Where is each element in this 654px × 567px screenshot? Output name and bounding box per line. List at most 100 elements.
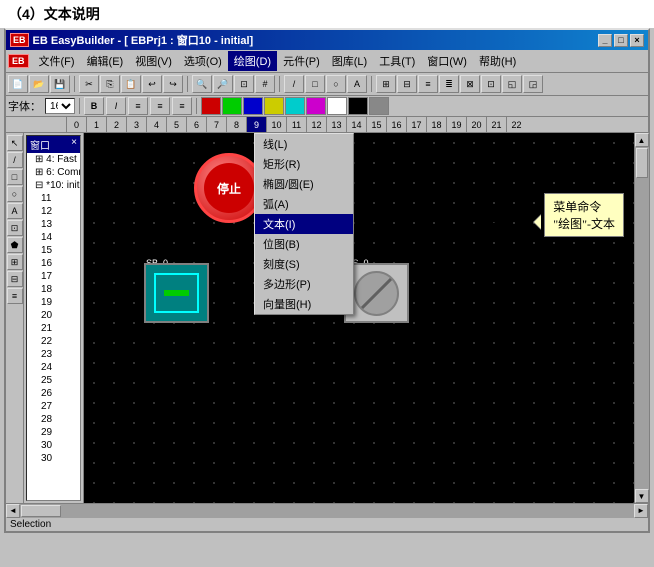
close-button[interactable]: ×	[630, 34, 644, 47]
toolbar-redo-btn[interactable]: ↪	[163, 75, 183, 93]
toolbar-save-btn[interactable]: 💾	[50, 75, 70, 93]
tool-misc3[interactable]: ≡	[7, 288, 23, 304]
menu-file[interactable]: 文件(F)	[33, 51, 81, 71]
toolbar-grid-btn[interactable]: #	[255, 75, 275, 93]
tool-poly[interactable]: ⬟	[7, 237, 23, 253]
tree-item-25[interactable]: 25	[27, 374, 80, 387]
tree-item-initial[interactable]: ⊟ *10: initial	[27, 179, 80, 192]
align-left-btn[interactable]: ≡	[128, 97, 148, 115]
menu-options[interactable]: 选项(O)	[178, 51, 228, 71]
tree-item-20[interactable]: 20	[27, 309, 80, 322]
tool-text[interactable]: A	[7, 203, 23, 219]
align-right-btn[interactable]: ≡	[172, 97, 192, 115]
scroll-thumb-h[interactable]	[21, 505, 61, 517]
scroll-right-btn[interactable]: ►	[634, 504, 648, 518]
font-italic-btn[interactable]: I	[106, 97, 126, 115]
tree-item-23[interactable]: 23	[27, 348, 80, 361]
toolbar-open-btn[interactable]: 📂	[29, 75, 49, 93]
toolbar-fit-btn[interactable]: ⊡	[234, 75, 254, 93]
tree-item-27[interactable]: 27	[27, 400, 80, 413]
tree-item-24[interactable]: 24	[27, 361, 80, 374]
menu-window[interactable]: 窗口(W)	[421, 51, 473, 71]
menu-tools[interactable]: 工具(T)	[373, 51, 421, 71]
tool-select[interactable]: ↖	[7, 135, 23, 151]
toolbar-btn-d[interactable]: ≣	[439, 75, 459, 93]
toolbar-btn-g[interactable]: ◱	[502, 75, 522, 93]
scroll-left-btn[interactable]: ◄	[6, 504, 20, 518]
minimize-button[interactable]: _	[598, 34, 612, 47]
menu-text-item[interactable]: 文本(I)	[255, 214, 353, 234]
toolbar-zoom-in-btn[interactable]: 🔍	[192, 75, 212, 93]
color-btn-7[interactable]	[327, 97, 347, 115]
tree-item-26[interactable]: 26	[27, 387, 80, 400]
toolbar-btn-b[interactable]: ⊟	[397, 75, 417, 93]
color-btn-9[interactable]	[369, 97, 389, 115]
tool-line[interactable]: /	[7, 152, 23, 168]
tree-item-11[interactable]: 11	[27, 192, 80, 205]
menu-ellipse-item[interactable]: 椭圆/圆(E)	[255, 174, 353, 194]
menu-rect-item[interactable]: 矩形(R)	[255, 154, 353, 174]
font-bold-btn[interactable]: B	[84, 97, 104, 115]
color-btn-5[interactable]	[285, 97, 305, 115]
toolbar-zoom-out-btn[interactable]: 🔎	[213, 75, 233, 93]
toolbar-text-btn[interactable]: A	[347, 75, 367, 93]
tree-item-14[interactable]: 14	[27, 231, 80, 244]
tree-item-30[interactable]: 30	[27, 439, 80, 452]
toolbar-circle-btn[interactable]: ○	[326, 75, 346, 93]
tree-item-18[interactable]: 18	[27, 283, 80, 296]
menu-bitmap-item[interactable]: 位图(B)	[255, 234, 353, 254]
color-btn-8[interactable]	[348, 97, 368, 115]
tree-item-29[interactable]: 29	[27, 426, 80, 439]
toolbar-btn-h[interactable]: ◲	[523, 75, 543, 93]
tree-item-22[interactable]: 22	[27, 335, 80, 348]
color-btn-4[interactable]	[264, 97, 284, 115]
tree-item-21[interactable]: 21	[27, 322, 80, 335]
color-btn-1[interactable]	[201, 97, 221, 115]
tree-item-12[interactable]: 12	[27, 205, 80, 218]
toolbar-paste-btn[interactable]: 📋	[121, 75, 141, 93]
tree-item-19[interactable]: 19	[27, 296, 80, 309]
scroll-up-btn[interactable]: ▲	[635, 133, 649, 147]
tree-item-13[interactable]: 13	[27, 218, 80, 231]
tree-item-15[interactable]: 15	[27, 244, 80, 257]
color-btn-6[interactable]	[306, 97, 326, 115]
tool-misc1[interactable]: ⊞	[7, 254, 23, 270]
tool-bitmap[interactable]: ⊡	[7, 220, 23, 236]
tree-item-28[interactable]: 28	[27, 413, 80, 426]
toolbar-cut-btn[interactable]: ✂	[79, 75, 99, 93]
menu-line-item[interactable]: 线(L)	[255, 134, 353, 154]
tree-item-fast-sel[interactable]: ⊞ 4: Fast Selection	[27, 153, 80, 166]
color-btn-3[interactable]	[243, 97, 263, 115]
tool-rect[interactable]: □	[7, 169, 23, 185]
menu-edit[interactable]: 编辑(E)	[81, 51, 130, 71]
tree-item-17[interactable]: 17	[27, 270, 80, 283]
menu-scale-item[interactable]: 刻度(S)	[255, 254, 353, 274]
toolbar-btn-a[interactable]: ⊞	[376, 75, 396, 93]
scroll-track-v[interactable]	[635, 147, 649, 489]
toolbar-copy-btn[interactable]: ⎘	[100, 75, 120, 93]
menu-polygon-item[interactable]: 多边形(P)	[255, 274, 353, 294]
canvas-area[interactable]: 停止 SB_0 TS_0 线(L) 矩形(R)	[84, 133, 634, 503]
color-btn-2[interactable]	[222, 97, 242, 115]
toolbar-btn-f[interactable]: ⊡	[481, 75, 501, 93]
tree-close-btn[interactable]: ×	[71, 137, 77, 152]
toolbar-line-btn[interactable]: /	[284, 75, 304, 93]
menu-draw[interactable]: 绘图(D)	[228, 51, 277, 71]
menu-library[interactable]: 图库(L)	[326, 51, 373, 71]
align-center-btn[interactable]: ≡	[150, 97, 170, 115]
font-size-select[interactable]: 16	[45, 98, 75, 114]
toolbar-rect-btn[interactable]: □	[305, 75, 325, 93]
tree-item-common-win[interactable]: ⊞ 6: Common Window	[27, 166, 80, 179]
toolbar-undo-btn[interactable]: ↩	[142, 75, 162, 93]
toolbar-btn-e[interactable]: ⊠	[460, 75, 480, 93]
tree-item-16[interactable]: 16	[27, 257, 80, 270]
toolbar-new-btn[interactable]: 📄	[8, 75, 28, 93]
toolbar-btn-c[interactable]: ≡	[418, 75, 438, 93]
scroll-thumb-v[interactable]	[636, 148, 648, 178]
scroll-track-h[interactable]	[20, 504, 634, 518]
scroll-down-btn[interactable]: ▼	[635, 489, 649, 503]
maximize-button[interactable]: □	[614, 34, 628, 47]
tool-circle[interactable]: ○	[7, 186, 23, 202]
tree-item-31[interactable]: 30	[27, 452, 80, 465]
menu-help[interactable]: 帮助(H)	[473, 51, 522, 71]
